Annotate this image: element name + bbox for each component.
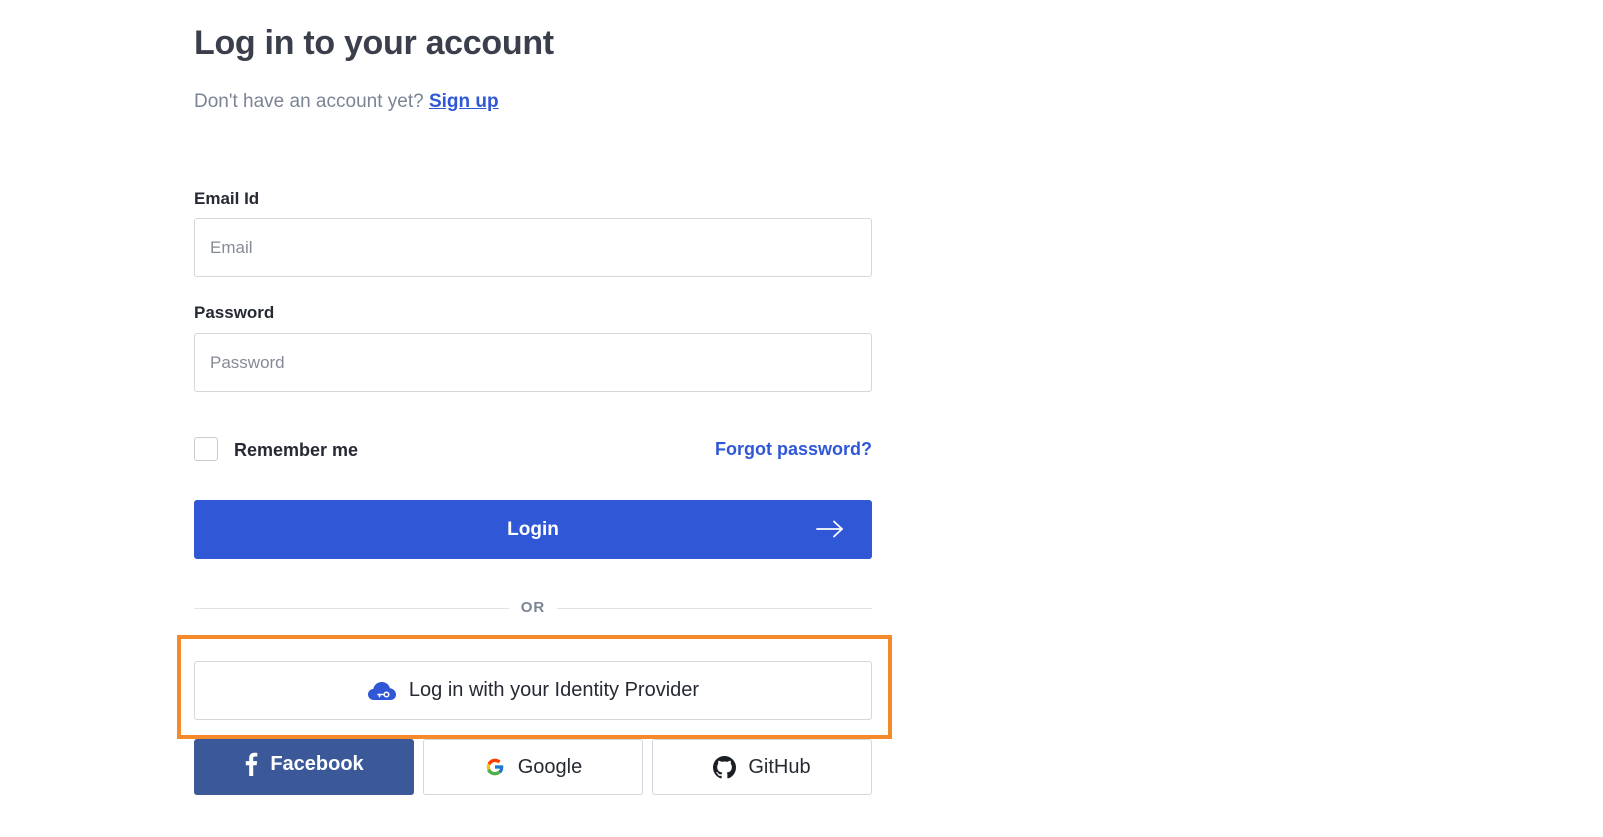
- arrow-right-icon: [816, 520, 843, 538]
- signup-prompt-text: Don't have an account yet?: [194, 91, 424, 112]
- identity-provider-label: Log in with your Identity Provider: [408, 679, 700, 701]
- remember-me-checkbox[interactable]: [194, 437, 218, 461]
- or-divider: OR: [194, 598, 872, 618]
- google-button[interactable]: Google: [423, 739, 643, 795]
- facebook-label: Facebook: [270, 752, 364, 775]
- login-page: Log in to your account Don't have an acc…: [0, 0, 1603, 837]
- facebook-icon: [246, 752, 258, 776]
- password-field[interactable]: [194, 333, 872, 392]
- github-button[interactable]: GitHub: [652, 739, 872, 795]
- email-label: Email Id: [194, 189, 260, 208]
- identity-provider-button[interactable]: Log in with your Identity Provider: [194, 661, 872, 720]
- google-label: Google: [517, 755, 583, 778]
- remember-row: Remember me Forgot password?: [194, 437, 872, 465]
- facebook-button[interactable]: Facebook: [194, 739, 414, 795]
- google-icon: [486, 758, 504, 776]
- cloud-key-icon: [367, 681, 396, 700]
- page-title: Log in to your account: [194, 24, 554, 62]
- forgot-password-link[interactable]: Forgot password?: [715, 439, 872, 460]
- email-field[interactable]: [194, 218, 872, 277]
- remember-me-label[interactable]: Remember me: [234, 440, 358, 461]
- signup-prompt: Don't have an account yet? Sign up: [194, 91, 499, 113]
- github-label: GitHub: [748, 755, 811, 778]
- github-icon: [713, 755, 737, 778]
- login-button[interactable]: Login: [194, 500, 872, 559]
- login-button-label: Login: [507, 518, 559, 540]
- divider-line-right: [557, 608, 872, 609]
- signup-link[interactable]: Sign up: [429, 91, 499, 112]
- password-label: Password: [194, 303, 275, 322]
